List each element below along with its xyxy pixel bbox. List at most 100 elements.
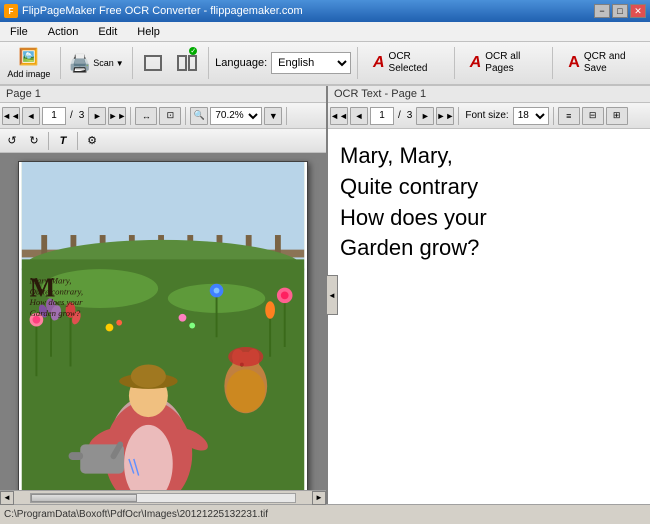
language-label: Language: xyxy=(215,57,267,69)
add-image-icon: 🖼️ xyxy=(19,47,39,67)
add-image-label: Add image xyxy=(7,69,50,79)
left-scrollbar[interactable]: ◄ ► xyxy=(0,490,326,504)
maximize-button[interactable]: □ xyxy=(612,4,628,18)
left-toolbar2-sep2 xyxy=(77,132,78,150)
minimize-button[interactable]: − xyxy=(594,4,610,18)
ocr-selected-button[interactable]: A OCR Selected xyxy=(364,44,448,82)
right-page-input[interactable] xyxy=(370,107,394,125)
title-bar: F FlipPageMaker Free OCR Converter - fli… xyxy=(0,0,650,22)
scan-button[interactable]: 🖨️ Scan ▼ xyxy=(67,44,126,82)
right-page-total: 3 xyxy=(405,110,415,121)
svg-text:Garden grow?: Garden grow? xyxy=(30,308,81,318)
toolbar-separator-5 xyxy=(454,47,455,79)
left-toolbar-2: ↺ ↻ T ⚙ xyxy=(0,129,326,153)
add-image-button[interactable]: 🖼️ Add image xyxy=(4,44,54,82)
left-toolbar-sep-2 xyxy=(185,107,186,125)
menu-edit[interactable]: Edit xyxy=(92,24,123,40)
scroll-right-button[interactable]: ► xyxy=(312,491,326,505)
fit-width-button[interactable]: ↔ xyxy=(135,107,157,125)
left-toolbar2-sep xyxy=(48,132,49,150)
fit-page-button[interactable]: ⊡ xyxy=(159,107,181,125)
rotate-left-button[interactable]: ↺ xyxy=(2,132,22,150)
view-single-button[interactable] xyxy=(139,44,168,82)
toolbar: 🖼️ Add image 🖨️ Scan ▼ ✓ Language: Engli… xyxy=(0,42,650,86)
toolbar-separator-1 xyxy=(60,47,61,79)
scroll-left-button[interactable]: ◄ xyxy=(0,491,14,505)
scan-label: Scan xyxy=(93,58,114,68)
right-toolbar-sep-2 xyxy=(553,107,554,125)
right-panel: OCR Text - Page 1 ◄◄ ◄ / 3 ► ►► Font siz… xyxy=(328,86,650,504)
ocr-text-area[interactable]: Mary, Mary, Quite contrary How does your… xyxy=(328,129,650,504)
refresh-button[interactable]: ↻ xyxy=(24,132,44,150)
menu-help[interactable]: Help xyxy=(131,24,166,40)
extra-tool-button[interactable]: ⚙ xyxy=(82,132,102,150)
svg-text:M: M xyxy=(30,272,56,302)
qcr-save-button[interactable]: A QCR and Save xyxy=(559,44,646,82)
scrollbar-thumb[interactable] xyxy=(31,494,137,502)
ocr-all-pages-button[interactable]: A OCR all Pages xyxy=(461,44,547,82)
menu-file[interactable]: File xyxy=(4,24,34,40)
ocr-selected-label: OCR Selected xyxy=(389,51,439,75)
font-size-label: Font size: xyxy=(463,110,510,121)
toolbar-separator-2 xyxy=(132,47,133,79)
ocr-selected-icon: A xyxy=(373,54,385,72)
font-size-select[interactable]: 18 12 14 16 20 24 xyxy=(513,107,549,125)
left-first-page-button[interactable]: ◄◄ xyxy=(2,107,20,125)
right-toolbar-sep-1 xyxy=(458,107,459,125)
toolbar-separator-6 xyxy=(552,47,553,79)
language-select[interactable]: English xyxy=(271,52,351,74)
left-toolbar-sep-1 xyxy=(130,107,131,125)
zoom-select[interactable]: 70.2% xyxy=(210,107,262,125)
zoom-out-button[interactable]: 🔍 xyxy=(190,107,208,125)
left-page-sep: / xyxy=(68,110,75,121)
title-text: FlipPageMaker Free OCR Converter - flipp… xyxy=(22,5,303,17)
text-align-button[interactable]: ≡ xyxy=(558,107,580,125)
toolbar-separator-3 xyxy=(208,47,209,79)
view-double-button[interactable]: ✓ xyxy=(172,44,203,82)
right-toolbar: ◄◄ ◄ / 3 ► ►► Font size: 18 12 14 16 20 … xyxy=(328,103,650,129)
right-page-sep: / xyxy=(396,110,403,121)
ocr-all-pages-label: OCR all Pages xyxy=(485,51,537,75)
qcr-save-label: QCR and Save xyxy=(584,51,637,75)
status-bar: C:\ProgramData\Boxoft\PdfOcr\Images\2012… xyxy=(0,504,650,524)
right-next-page-button[interactable]: ► xyxy=(416,107,434,125)
pdf-viewer[interactable]: Mary Mary, Quite contrary, How does your… xyxy=(0,153,326,490)
left-panel: Page 1 ◄◄ ◄ / 3 ► ►► ↔ ⊡ 🔍 70.2% ▼ ↺ ↻ xyxy=(0,86,328,504)
menu-bar: File Action Edit Help xyxy=(0,22,650,42)
view-single-icon xyxy=(144,55,162,71)
right-prev-page-button[interactable]: ◄ xyxy=(350,107,368,125)
toolbar-separator-4 xyxy=(357,47,358,79)
text-expand-button[interactable]: ⊞ xyxy=(606,107,628,125)
left-toolbar: ◄◄ ◄ / 3 ► ►► ↔ ⊡ 🔍 70.2% ▼ xyxy=(0,103,326,129)
pdf-page: Mary Mary, Quite contrary, How does your… xyxy=(18,161,308,490)
title-controls: − □ ✕ xyxy=(594,4,646,18)
right-first-page-button[interactable]: ◄◄ xyxy=(330,107,348,125)
right-last-page-button[interactable]: ►► xyxy=(436,107,454,125)
left-prev-page-button[interactable]: ◄ xyxy=(22,107,40,125)
garden-illustration: Mary Mary, Quite contrary, How does your… xyxy=(19,162,307,490)
menu-action[interactable]: Action xyxy=(42,24,85,40)
status-path: C:\ProgramData\Boxoft\PdfOcr\Images\2012… xyxy=(4,509,268,520)
panel-divider-toggle[interactable]: ◄ xyxy=(326,275,338,315)
scrollbar-track[interactable] xyxy=(30,493,296,503)
left-page-total: 3 xyxy=(77,110,87,121)
language-section: Language: English xyxy=(215,52,351,74)
left-panel-label: Page 1 xyxy=(0,86,326,103)
left-page-input[interactable] xyxy=(42,107,66,125)
close-button[interactable]: ✕ xyxy=(630,4,646,18)
scan-dropdown-arrow[interactable]: ▼ xyxy=(116,59,124,68)
ocr-all-icon: A xyxy=(470,54,482,72)
title-bar-left: F FlipPageMaker Free OCR Converter - fli… xyxy=(4,4,303,18)
left-toolbar-sep-3 xyxy=(286,107,287,125)
left-next-page-button[interactable]: ► xyxy=(88,107,106,125)
view-double-icon xyxy=(177,55,197,71)
left-last-page-button[interactable]: ►► xyxy=(108,107,126,125)
main-content: Page 1 ◄◄ ◄ / 3 ► ►► ↔ ⊡ 🔍 70.2% ▼ ↺ ↻ xyxy=(0,86,650,504)
text-tool-button[interactable]: T xyxy=(53,132,73,150)
qcr-save-icon: A xyxy=(568,54,580,72)
text-format-button[interactable]: ⊟ xyxy=(582,107,604,125)
right-panel-label: OCR Text - Page 1 xyxy=(328,86,650,103)
zoom-in-button[interactable]: ▼ xyxy=(264,107,282,125)
scan-icon: 🖨️ xyxy=(69,53,91,74)
app-icon: F xyxy=(4,4,18,18)
